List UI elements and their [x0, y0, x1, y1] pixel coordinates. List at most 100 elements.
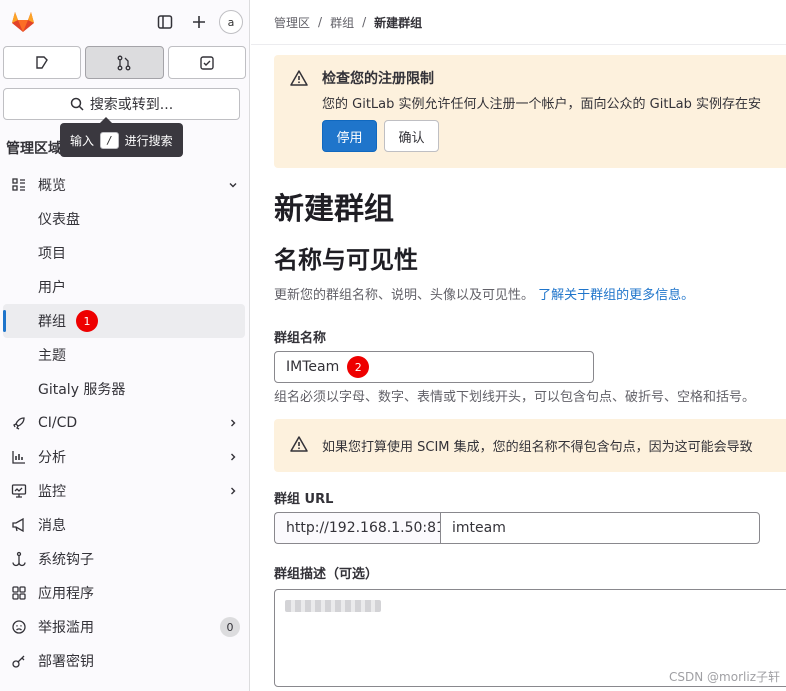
todo-icon	[200, 55, 214, 70]
overview-icon	[10, 176, 28, 194]
avatar[interactable]: a	[219, 10, 243, 34]
breadcrumb: 管理区 / 群组 / 新建群组	[251, 0, 786, 45]
sidebar-item-overview[interactable]: 概览	[0, 168, 250, 202]
alert-body: 您的 GitLab 实例允许任何人注册一个帐户，面向公众的 GitLab 实例存…	[322, 97, 762, 112]
annotation-badge: 1	[76, 310, 98, 332]
alert-title: 检查您的注册限制	[322, 71, 434, 87]
sidebar-item-label: 仪表盘	[38, 212, 80, 228]
warning-icon	[290, 70, 308, 86]
sidebar-item-label: 主题	[38, 348, 66, 364]
sidebar-item-system-hooks[interactable]: 系统钩子	[0, 542, 250, 576]
megaphone-icon	[10, 516, 28, 534]
search-label: 搜索或转到...	[89, 97, 174, 113]
breadcrumb-groups[interactable]: 群组	[330, 14, 354, 31]
sidebar: a 搜索或转到... 管理区域 概览 仪表盘 项目 用户 群组 1 主题 Git…	[0, 0, 250, 691]
admin-area-title: 管理区域	[6, 141, 62, 157]
todo-tab[interactable]	[167, 46, 246, 79]
redacted-text	[285, 600, 381, 612]
plus-icon[interactable]	[185, 8, 213, 36]
search-icon	[70, 97, 84, 111]
issues-icon	[36, 55, 49, 69]
chart-icon	[10, 448, 28, 466]
learn-more-link[interactable]: 了解关于群组的更多信息。	[538, 288, 694, 303]
sidebar-item-topics[interactable]: 主题	[0, 338, 250, 372]
sidebar-item-label: 系统钩子	[38, 552, 94, 568]
sidebar-item-cicd[interactable]: CI/CD	[0, 406, 250, 440]
search-button[interactable]: 搜索或转到...	[3, 88, 240, 120]
signup-restriction-alert: 检查您的注册限制 您的 GitLab 实例允许任何人注册一个帐户，面向公众的 G…	[274, 55, 786, 168]
sidebar-item-label: 用户	[38, 280, 66, 296]
sidebar-item-applications[interactable]: 应用程序	[0, 576, 250, 610]
sidebar-item-messages[interactable]: 消息	[0, 508, 250, 542]
warning-icon	[290, 436, 308, 452]
issues-tab[interactable]	[3, 46, 82, 79]
tooltip-prefix: 输入	[70, 133, 95, 148]
sidebar-item-monitoring[interactable]: 监控	[0, 474, 250, 508]
main-content: 管理区 / 群组 / 新建群组 检查您的注册限制 您的 GitLab 实例允许任…	[251, 0, 786, 691]
gitlab-logo-icon[interactable]	[10, 9, 36, 35]
group-name-input[interactable]: IMTeam 2	[274, 351, 594, 383]
page-title: 新建群组	[274, 192, 394, 227]
annotation-badge: 2	[347, 356, 370, 378]
section-heading: 名称与可见性	[274, 246, 418, 274]
apps-icon	[10, 584, 28, 602]
sidebar-item-groups[interactable]: 群组 1	[3, 304, 245, 338]
monitor-icon	[10, 482, 28, 500]
sidebar-item-label: Gitaly 服务器	[38, 382, 126, 398]
section-description: 更新您的群组名称、说明、头像以及可见性。 了解关于群组的更多信息。	[274, 284, 694, 303]
deactivate-button[interactable]: 停用	[322, 120, 377, 152]
sidebar-header: a	[0, 0, 249, 44]
scim-warning-alert: 如果您打算使用 SCIM 集成，您的组名称不得包含句点，因为这可能会导致	[274, 419, 786, 472]
hook-icon	[10, 550, 28, 568]
sidebar-nav: 概览 仪表盘 项目 用户 群组 1 主题 Gitaly 服务器 CI/CD 分析…	[0, 168, 250, 678]
group-name-label: 群组名称	[274, 331, 327, 346]
tooltip-key: /	[100, 131, 119, 149]
group-url-label: 群组 URL	[274, 492, 334, 507]
sidebar-quick-tabs	[0, 44, 249, 79]
sidebar-item-projects[interactable]: 项目	[0, 236, 250, 270]
abuse-icon	[10, 618, 28, 636]
sidebar-item-label: 应用程序	[38, 586, 94, 602]
sidebar-item-deploy-keys[interactable]: 部署密钥	[0, 644, 250, 678]
toggle-sidebar-icon[interactable]	[151, 8, 179, 36]
sidebar-item-gitaly-servers[interactable]: Gitaly 服务器	[0, 372, 250, 406]
scim-warning-text: 如果您打算使用 SCIM 集成，您的组名称不得包含句点，因为这可能会导致	[322, 440, 753, 455]
group-url-input[interactable]: imteam	[440, 512, 760, 544]
sidebar-item-analytics[interactable]: 分析	[0, 440, 250, 474]
breadcrumb-separator: /	[362, 15, 367, 29]
sidebar-item-label: CI/CD	[38, 415, 78, 431]
breadcrumb-current[interactable]: 新建群组	[374, 14, 422, 31]
key-icon	[10, 652, 28, 670]
group-description-label: 群组描述（可选）	[274, 567, 379, 582]
sidebar-item-label: 监控	[38, 484, 66, 500]
sidebar-item-label: 消息	[38, 518, 66, 534]
count-badge: 0	[220, 617, 240, 637]
avatar-alt-text: a	[227, 15, 235, 29]
sidebar-item-dashboard[interactable]: 仪表盘	[0, 202, 250, 236]
sidebar-item-label: 分析	[38, 450, 66, 466]
sidebar-item-abuse-reports[interactable]: 举报滥用 0	[0, 610, 250, 644]
chevron-right-icon	[226, 484, 240, 498]
breadcrumb-separator: /	[318, 15, 323, 29]
chevron-down-icon	[226, 178, 240, 192]
sidebar-item-label: 举报滥用	[38, 620, 94, 636]
section-description-text: 更新您的群组名称、说明、头像以及可见性。	[274, 288, 535, 303]
merge-requests-tab[interactable]	[85, 46, 164, 79]
sidebar-item-label: 部署密钥	[38, 654, 94, 670]
acknowledge-button[interactable]: 确认	[384, 120, 439, 152]
group-name-help: 组名必须以字母、数字、表情或下划线开头，可以包含句点、破折号、空格和括号。	[274, 390, 756, 405]
sidebar-item-users[interactable]: 用户	[0, 270, 250, 304]
chevron-right-icon	[226, 416, 240, 430]
sidebar-item-label: 群组	[38, 314, 66, 330]
chevron-right-icon	[226, 450, 240, 464]
breadcrumb-admin[interactable]: 管理区	[274, 14, 310, 31]
group-url-field: http://192.168.1.50:81/ imteam	[274, 512, 760, 544]
tooltip-suffix: 进行搜索	[124, 133, 173, 148]
watermark: CSDN @morliz子轩	[669, 670, 780, 684]
sidebar-item-label: 概览	[38, 178, 66, 194]
sidebar-item-label: 项目	[38, 246, 66, 262]
group-name-value: IMTeam	[286, 359, 340, 375]
merge-request-icon	[118, 55, 131, 70]
rocket-icon	[10, 414, 28, 432]
group-url-prefix: http://192.168.1.50:81/	[274, 512, 450, 544]
